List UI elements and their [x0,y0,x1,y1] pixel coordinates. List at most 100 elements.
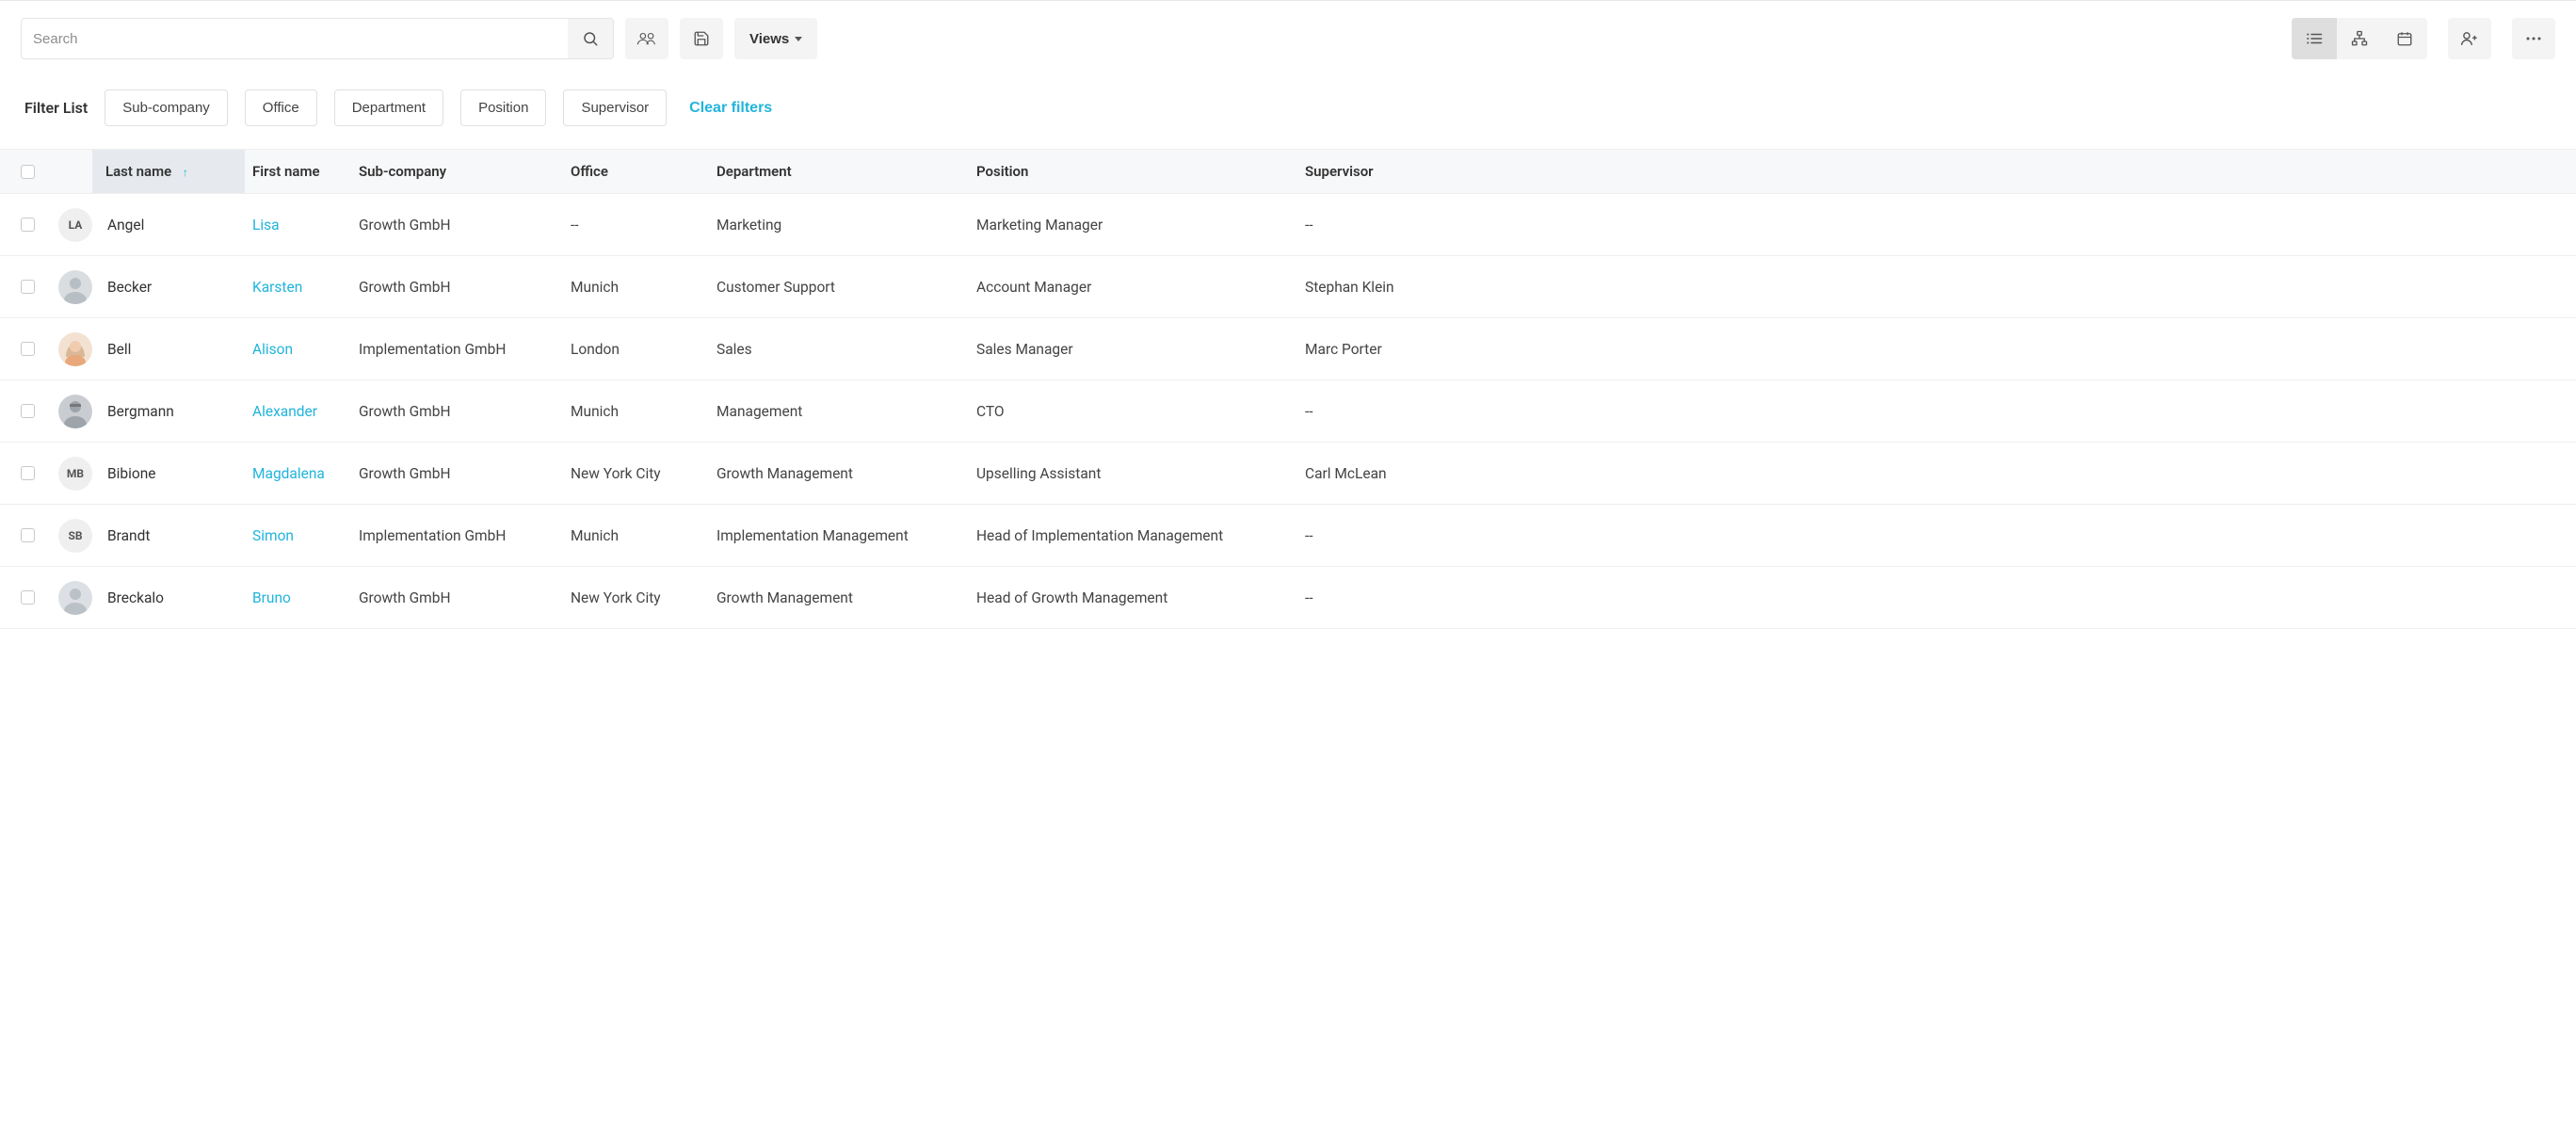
col-position[interactable]: Position [969,150,1297,193]
search-field[interactable] [21,18,614,59]
sort-asc-icon: ↑ [183,166,188,179]
row-checkbox[interactable] [21,280,35,294]
cell-supervisor: Stephan Klein [1297,266,2576,309]
search-button[interactable] [568,19,613,58]
table-row[interactable]: BergmannAlexanderGrowth GmbHMunichManage… [0,380,2576,443]
cell-supervisor: Carl McLean [1297,452,2576,495]
cell-office: -- [563,203,709,247]
table-row[interactable]: Becker Karsten Growth GmbHMunichCustomer S… [0,256,2576,318]
row-checkbox[interactable] [21,218,35,232]
calendar-view-button[interactable] [2382,18,2427,59]
cell-office: Munich [563,266,709,309]
col-subcompany[interactable]: Sub-company [351,150,563,193]
select-all-checkbox[interactable] [21,165,35,179]
list-view-button[interactable] [2292,18,2337,59]
row-checkbox[interactable] [21,466,35,480]
avatar [58,581,92,615]
cell-position: Sales Manager [969,328,1297,371]
clear-filters-button[interactable]: Clear filters [689,100,772,117]
views-label: Views [749,31,789,47]
cell-supervisor: -- [1297,203,2576,247]
table-row[interactable]: MBBibioneMagdalenaGrowth GmbHNew York Ci… [0,443,2576,505]
cell-lastname: Angel [100,203,245,247]
cell-firstname-link[interactable]: Lisa [252,217,280,234]
cell-firstname-link[interactable]: Simon [252,527,294,544]
cell-subcompany: Implementation GmbH [351,328,563,371]
table-row[interactable]: SBBrandtSimonImplementation GmbHMunichIm… [0,505,2576,567]
table-header-row: Last name ↑ First name Sub-company Offic… [0,150,2576,194]
cell-lastname: Bergmann [100,390,245,433]
cell-firstname-link[interactable]: Magdalena [252,465,325,482]
cell-office: New York City [563,576,709,620]
col-department[interactable]: Department [709,150,969,193]
search-icon [582,30,599,47]
row-checkbox[interactable] [21,528,35,542]
table-row[interactable]: LAAngelLisaGrowth GmbH--MarketingMarketi… [0,194,2576,256]
cell-department: Growth Management [709,452,969,495]
col-firstname[interactable]: First name [245,150,351,193]
toolbar: Views [0,1,2576,76]
cell-office: Munich [563,514,709,557]
cell-department: Management [709,390,969,433]
user-plus-icon [2460,30,2479,47]
cell-firstname-link[interactable]: Bruno [252,589,291,606]
filter-office[interactable]: Office [245,89,317,126]
cell-position: Head of Growth Management [969,576,1297,620]
save-button[interactable] [680,18,723,59]
avatar [58,332,92,366]
row-checkbox[interactable] [21,590,35,605]
add-user-button[interactable] [2448,18,2491,59]
cell-lastname: Becker [100,266,245,309]
cell-office: New York City [563,452,709,495]
cell-department: Sales [709,328,969,371]
cell-supervisor: -- [1297,514,2576,557]
cell-position: Upselling Assistant [969,452,1297,495]
col-office[interactable]: Office [563,150,709,193]
table-row[interactable]: BellAlisonImplementation GmbHLondonSales… [0,318,2576,380]
cell-department: Growth Management [709,576,969,620]
cell-lastname: Brandt [100,514,245,557]
cell-firstname-link[interactable]: Alexander [252,403,317,420]
cell-supervisor: Marc Porter [1297,328,2576,371]
cell-lastname: Bell [100,328,245,371]
cell-department: Customer Support [709,266,969,309]
avatar: SB [58,519,92,553]
cell-department: Marketing [709,203,969,247]
col-lastname-label: Last name [105,163,171,180]
org-view-button[interactable] [2337,18,2382,59]
views-dropdown[interactable]: Views [734,18,817,59]
filter-list-label: Filter List [24,99,88,117]
col-lastname[interactable]: Last name ↑ [92,150,245,193]
group-button[interactable] [625,18,668,59]
avatar [58,395,92,428]
filter-department[interactable]: Department [334,89,443,126]
cell-subcompany: Growth GmbH [351,266,563,309]
search-input[interactable] [22,19,568,58]
avatar [58,270,92,304]
avatar: MB [58,457,92,491]
cell-office: London [563,328,709,371]
more-button[interactable] [2512,18,2555,59]
col-supervisor[interactable]: Supervisor [1297,150,2576,193]
people-icon [636,30,657,47]
cell-subcompany: Implementation GmbH [351,514,563,557]
view-switcher [2292,18,2427,59]
cell-firstname-link[interactable]: Karsten [252,279,302,296]
filter-subcompany[interactable]: Sub-company [105,89,228,126]
filter-supervisor[interactable]: Supervisor [563,89,667,126]
table-row[interactable]: BreckaloBrunoGrowth GmbHNew York CityGro… [0,567,2576,629]
calendar-icon [2396,30,2413,47]
cell-firstname-link[interactable]: Alison [252,341,293,358]
filter-position[interactable]: Position [460,89,546,126]
org-chart-icon [2351,30,2368,47]
cell-lastname: Bibione [100,452,245,495]
filter-bar: Filter List Sub-company Office Departmen… [0,76,2576,149]
cell-supervisor: -- [1297,576,2576,620]
cell-office: Munich [563,390,709,433]
row-checkbox[interactable] [21,342,35,356]
more-icon [2525,36,2542,41]
list-icon [2306,31,2323,46]
row-checkbox[interactable] [21,404,35,418]
chevron-down-icon [795,37,802,41]
avatar: LA [58,208,92,242]
